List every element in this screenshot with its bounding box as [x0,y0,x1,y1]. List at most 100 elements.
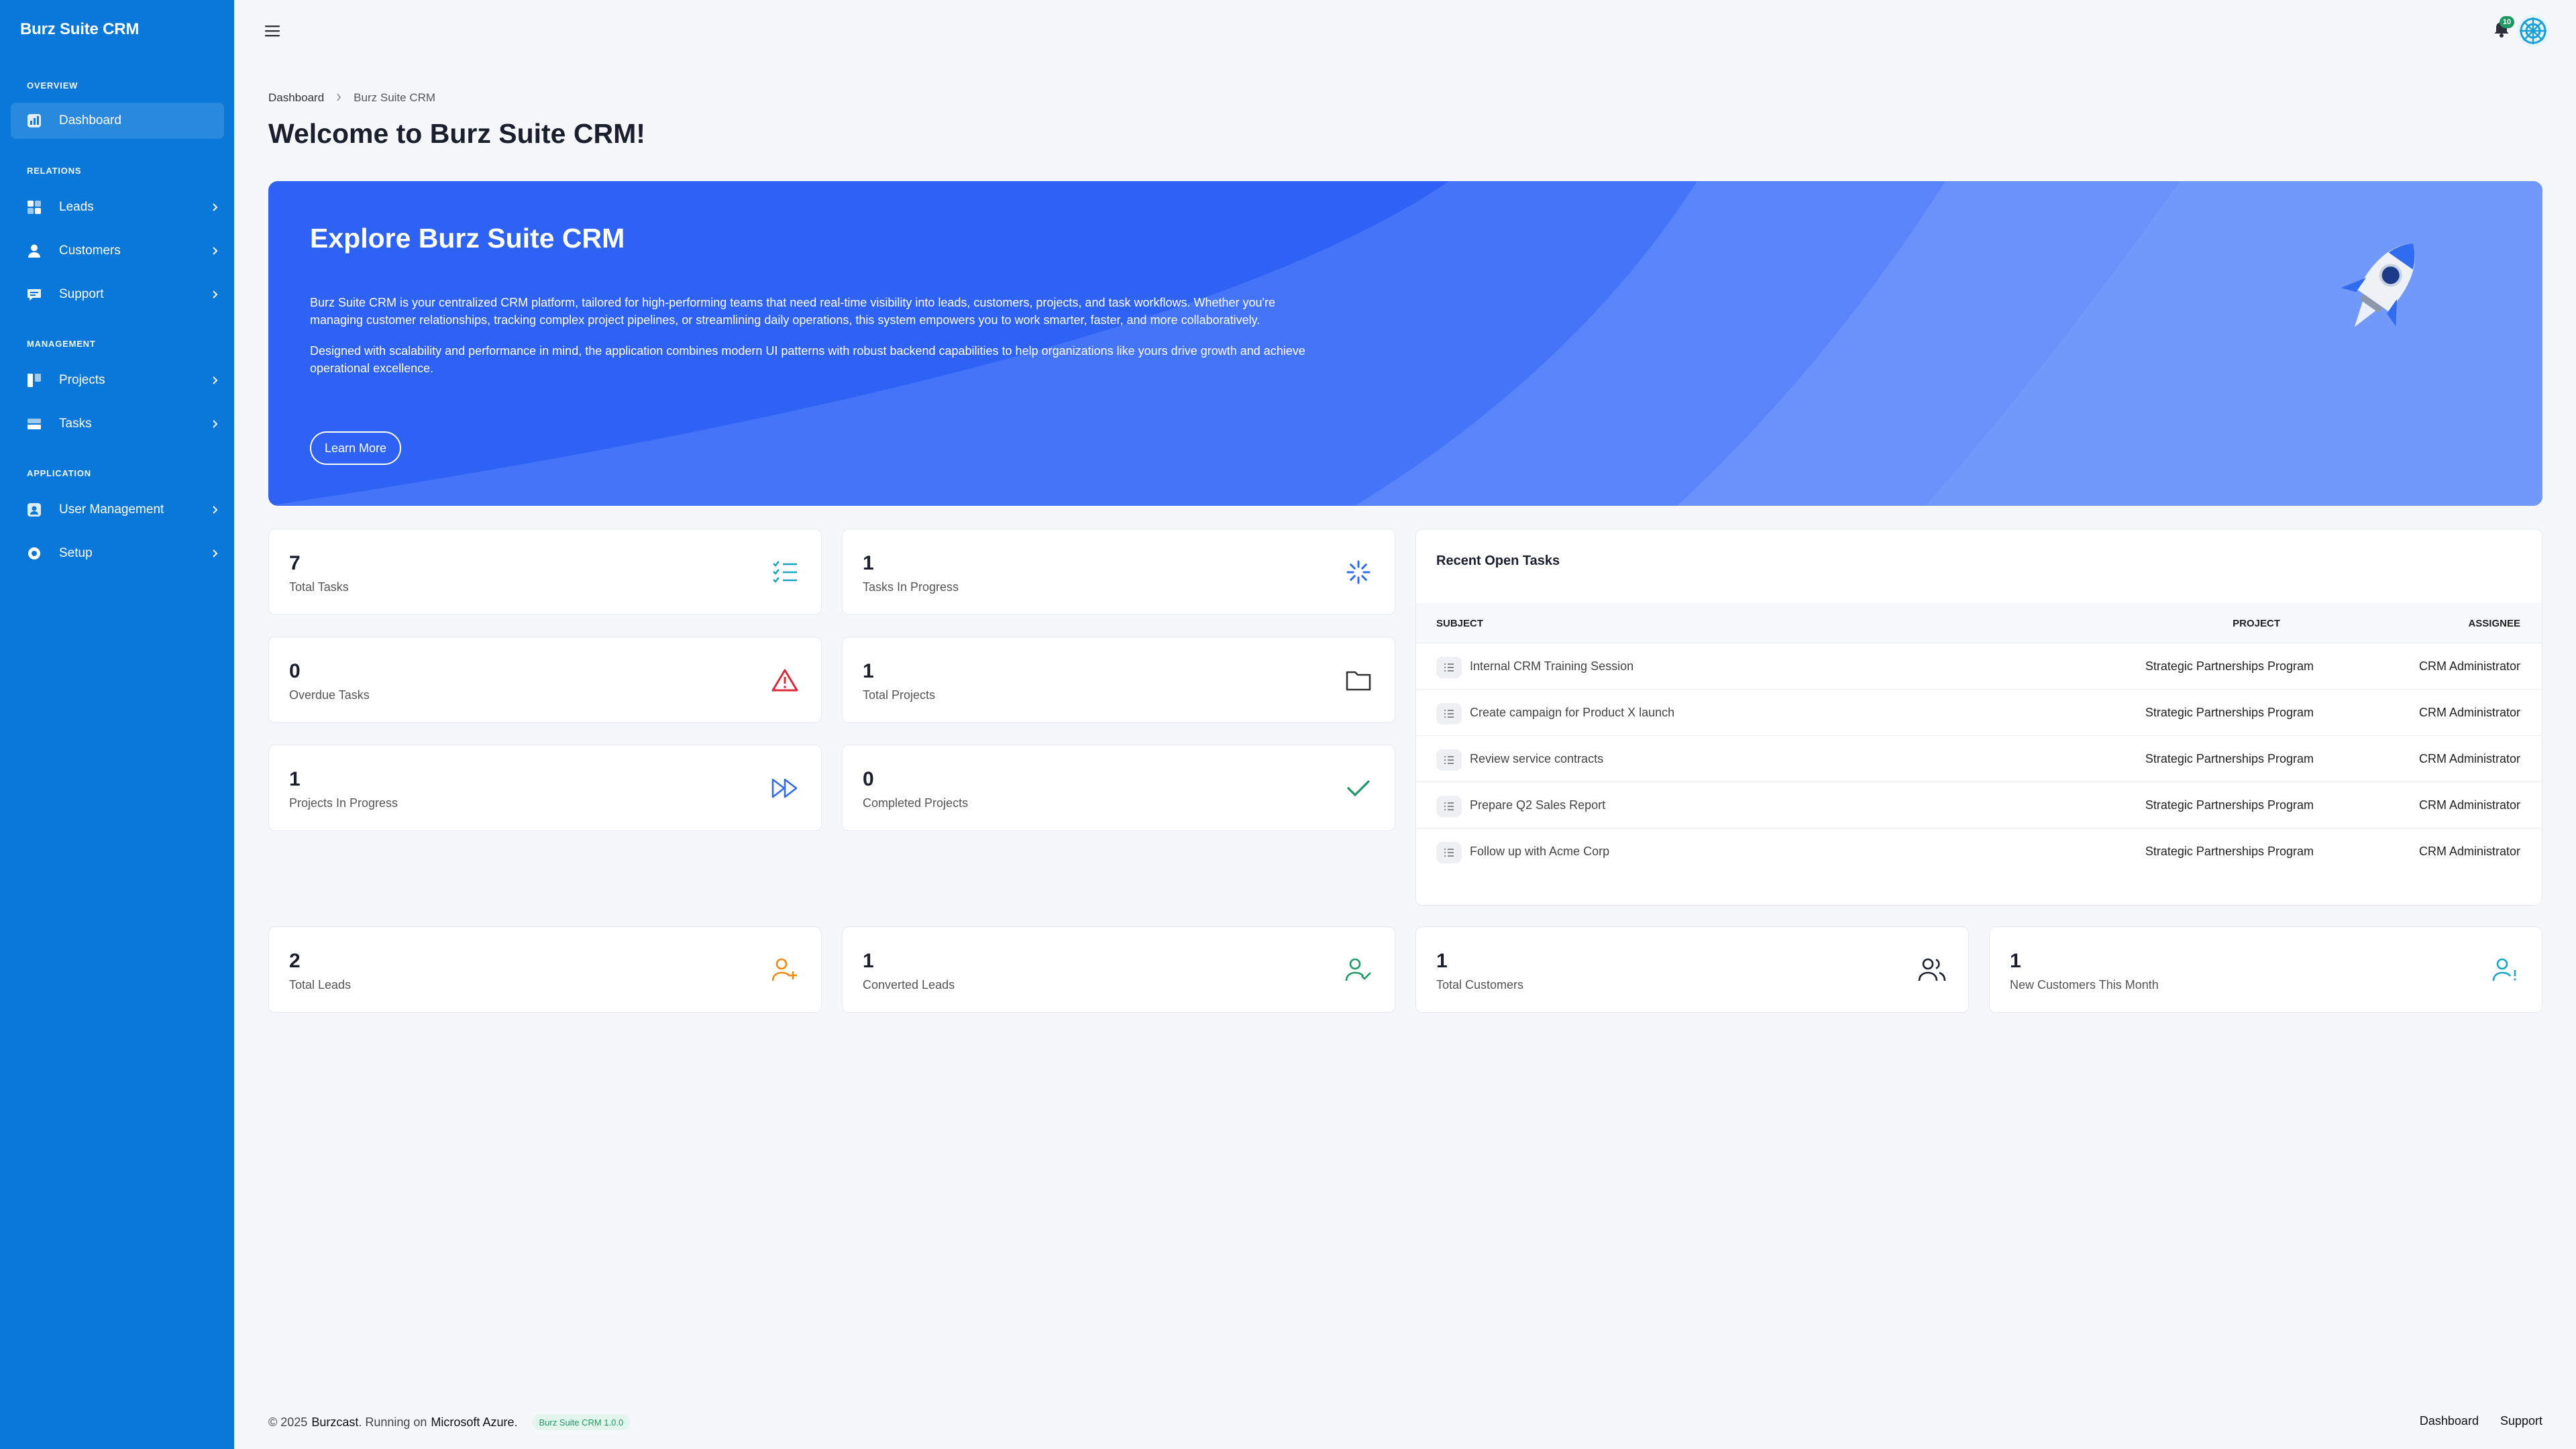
notification-count-badge: 10 [2500,16,2514,28]
rocket-icon [2328,228,2435,349]
stat-value: 1 [863,552,874,574]
footer-copyright: © 2025 [268,1415,308,1429]
hero-description-line: managing customer relationships, trackin… [310,313,1260,327]
stat-label: Projects In Progress [289,796,398,810]
chevron-right-icon [205,549,224,558]
chevron-right-icon [336,91,341,105]
task-project: Strategic Partnerships Program [2145,659,2314,673]
task-subject[interactable]: Internal CRM Training Session [1470,659,1633,674]
version-badge: Burz Suite CRM 1.0.0 [532,1414,631,1430]
sidebar-item-support[interactable]: Support [11,276,224,313]
stat-card-total-customers[interactable]: 1 Total Customers [1415,926,1969,1013]
stat-label: Converted Leads [863,978,955,991]
stat-value: 2 [289,950,301,972]
stat-card-new-customers-this-month[interactable]: 1 New Customers This Month [1989,926,2542,1013]
sidebar-item-label: Leads [59,200,94,214]
task-assignee: CRM Administrator [2418,659,2520,673]
list-icon [1436,796,1462,817]
list-icon [1436,703,1462,724]
task-subject[interactable]: Follow up with Acme Corp [1470,845,1609,859]
checklist-icon [770,557,800,587]
stat-card-overdue-tasks[interactable]: 0 Overdue Tasks [268,637,822,723]
task-assignee: CRM Administrator [2418,752,2520,765]
stat-card-total-tasks[interactable]: 7 Total Tasks [268,529,822,615]
task-subject[interactable]: Prepare Q2 Sales Report [1470,798,1605,812]
recent-open-tasks-panel: Recent Open Tasks SUBJECT PROJECT ASSIGN… [1415,529,2542,906]
sidebar-item-customers[interactable]: Customers [11,233,224,269]
stat-card-completed-projects[interactable]: 0 Completed Projects [842,745,1395,831]
stat-value: 7 [289,552,301,574]
stat-card-projects-in-progress[interactable]: 1 Projects In Progress [268,745,822,831]
menu-toggle-icon[interactable] [264,23,282,39]
app-title[interactable]: Burz Suite CRM [20,20,139,39]
footer-platform-link[interactable]: Microsoft Azure [431,1415,514,1430]
sidebar-item-leads[interactable]: Leads [11,189,224,225]
breadcrumb-link-dashboard[interactable]: Dashboard [268,91,324,105]
stat-value: 1 [863,660,874,682]
table-row[interactable]: Prepare Q2 Sales Report Strategic Partne… [1416,782,2542,828]
sidebar-item-dashboard[interactable]: Dashboard [11,103,224,139]
check-icon [1344,773,1373,803]
tasks-icon [27,417,42,431]
column-subject[interactable]: SUBJECT [1436,618,1483,629]
column-assignee[interactable]: ASSIGNEE [2468,618,2520,629]
table-row[interactable]: Follow up with Acme Corp Strategic Partn… [1416,828,2542,875]
notification-bell-icon[interactable]: 10 [2492,16,2514,39]
footer-links: Dashboard Support [2420,1414,2542,1428]
chevron-right-icon [205,290,224,299]
sidebar-item-projects[interactable]: Projects [11,362,224,398]
sidebar-item-label: Support [59,287,104,301]
dashboard-icon [27,113,42,128]
task-project: Strategic Partnerships Program [2145,706,2314,719]
footer-running-on: . Running on [358,1415,427,1429]
stat-card-converted-leads[interactable]: 1 Converted Leads [842,926,1395,1013]
panel-title: Recent Open Tasks [1436,553,1560,568]
task-project: Strategic Partnerships Program [2145,798,2314,812]
list-icon [1436,842,1462,863]
users-icon [1917,955,1947,985]
stat-card-tasks-in-progress[interactable]: 1 Tasks In Progress [842,529,1395,615]
stat-label: Tasks In Progress [863,580,959,594]
stat-label: Total Customers [1436,978,1524,991]
learn-more-button[interactable]: Learn More [310,431,402,465]
stat-label: Total Projects [863,688,936,702]
stat-card-total-leads[interactable]: 2 Total Leads [268,926,822,1013]
spinner-icon [1344,557,1373,587]
stat-value: 1 [2010,950,2021,972]
hero-description-line: Designed with scalability and performanc… [310,344,1305,358]
task-subject[interactable]: Review service contracts [1470,752,1603,766]
sidebar-item-label: Tasks [59,417,92,431]
hero-description-line: operational excellence. [310,362,434,375]
chevron-right-icon [205,376,224,385]
user-plus-icon [770,955,800,985]
user-icon [27,244,42,258]
breadcrumb-current: Burz Suite CRM [354,91,436,104]
sidebar-item-tasks[interactable]: Tasks [11,406,224,442]
footer-link-dashboard[interactable]: Dashboard [2420,1414,2479,1428]
chevron-right-icon [205,505,224,515]
footer-period: . [514,1415,518,1429]
footer-company-link[interactable]: Burzcast [311,1415,358,1430]
list-icon [1436,749,1462,771]
column-project[interactable]: PROJECT [2233,618,2280,629]
task-assignee: CRM Administrator [2418,798,2520,812]
hero-description-secondary: Designed with scalability and performanc… [310,342,1383,377]
warning-icon [770,665,800,695]
task-subject[interactable]: Create campaign for Product X launch [1470,706,1674,720]
breadcrumb: Dashboard Burz Suite CRM [268,91,435,105]
avatar[interactable] [2517,15,2549,47]
user-badge-icon [27,502,42,517]
projects-icon [27,373,42,388]
footer-link-support[interactable]: Support [2500,1414,2542,1428]
sidebar-item-label: Customers [59,244,121,258]
stat-value: 0 [863,768,874,790]
sidebar-item-setup[interactable]: Setup [11,535,224,572]
sidebar-item-user-management[interactable]: User Management [11,492,224,528]
sidebar-item-label: Setup [59,546,93,560]
stat-card-total-projects[interactable]: 1 Total Projects [842,637,1395,723]
chevron-right-icon [205,246,224,256]
table-row[interactable]: Internal CRM Training Session Strategic … [1416,643,2542,690]
table-row[interactable]: Create campaign for Product X launch Str… [1416,690,2542,736]
task-assignee: CRM Administrator [2418,845,2520,858]
table-row[interactable]: Review service contracts Strategic Partn… [1416,736,2542,782]
